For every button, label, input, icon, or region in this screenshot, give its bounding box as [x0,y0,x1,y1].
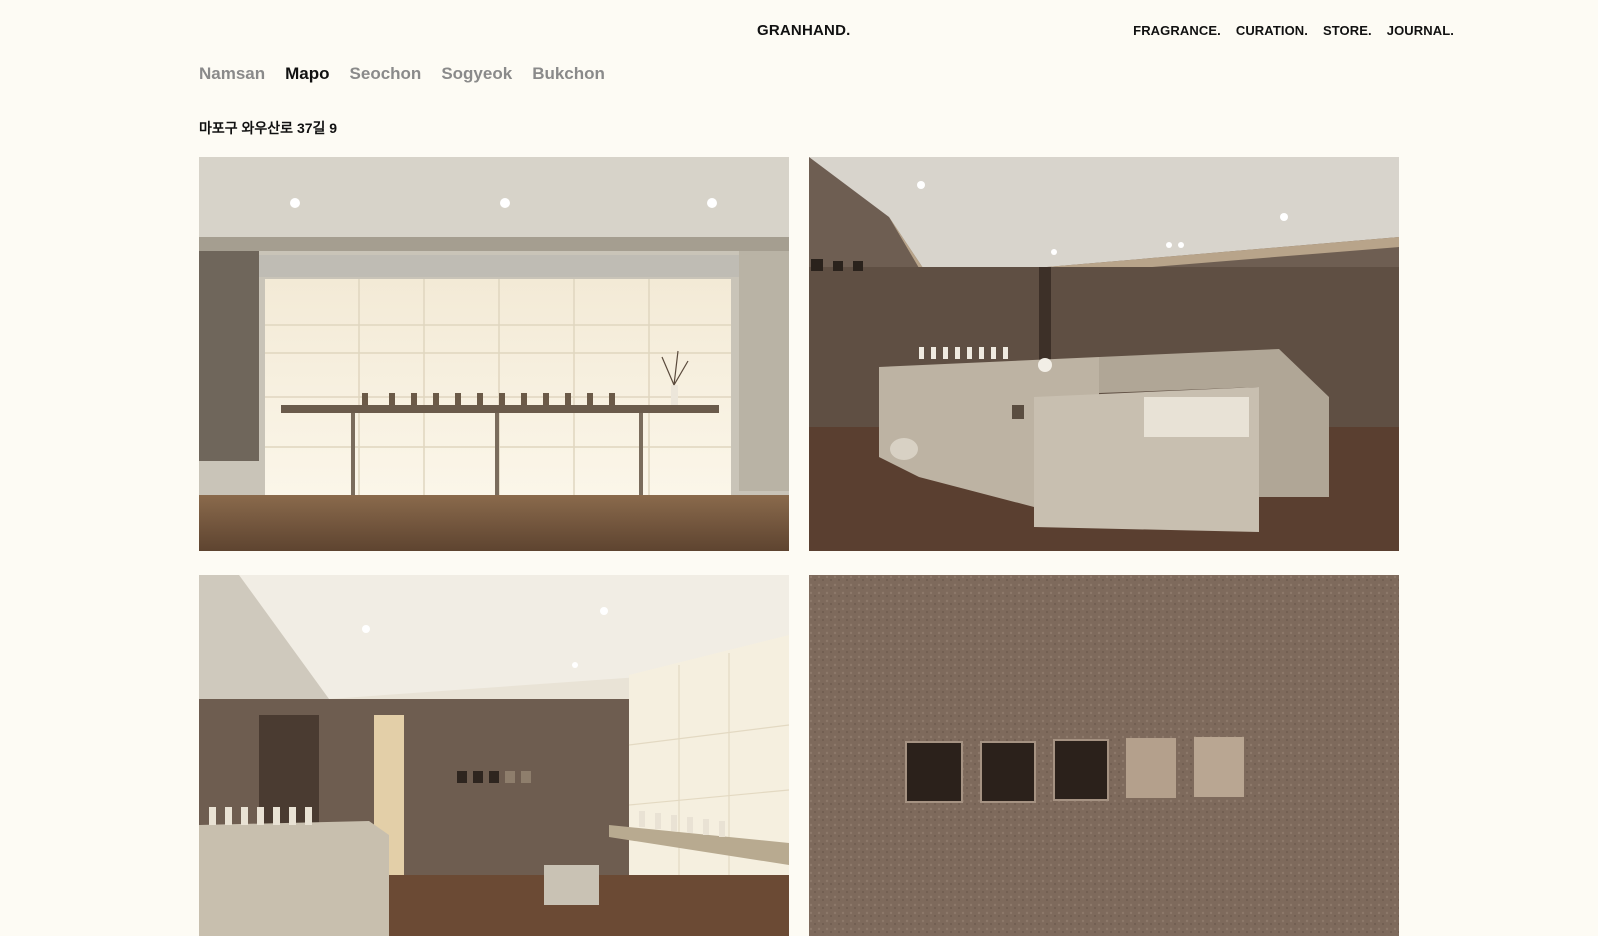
store-photo-3 [199,575,789,936]
nav-journal[interactable]: JOURNAL. [1387,23,1454,38]
logo[interactable]: GRANHAND. [757,22,850,39]
nav-store[interactable]: STORE. [1323,23,1372,38]
main-nav: FRAGRANCE. CURATION. STORE. JOURNAL. [1133,23,1454,38]
store-photo-1 [199,157,789,551]
store-photo-2 [809,157,1399,551]
tab-mapo[interactable]: Mapo [285,64,329,84]
store-photo-4 [809,575,1399,936]
tab-seochon[interactable]: Seochon [350,64,422,84]
store-address: 마포구 와우산로 37길 9 [199,120,338,136]
nav-curation[interactable]: CURATION. [1236,23,1308,38]
tab-namsan[interactable]: Namsan [199,64,265,84]
tab-bukchon[interactable]: Bukchon [532,64,605,84]
tab-sogyeok[interactable]: Sogyeok [441,64,512,84]
nav-fragrance[interactable]: FRAGRANCE. [1133,23,1221,38]
location-tabs: Namsan Mapo Seochon Sogyeok Bukchon [199,64,605,84]
